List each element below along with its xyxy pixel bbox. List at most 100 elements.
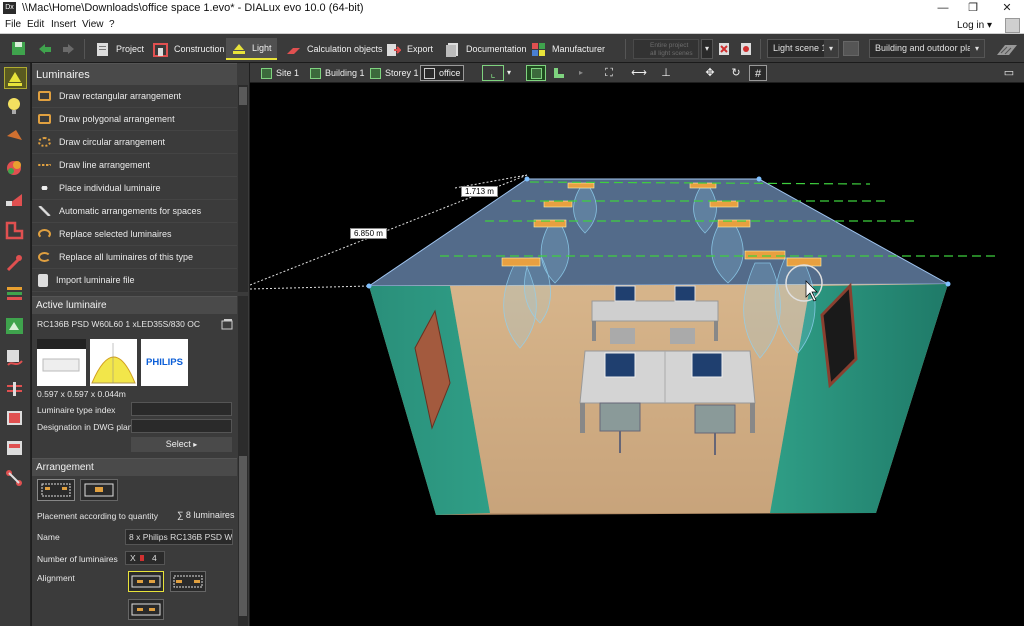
alignment-label: Alignment: [37, 573, 75, 583]
dwg-designation-field[interactable]: [131, 419, 232, 433]
actions-scrollbar[interactable]: [238, 85, 248, 292]
delete-scene-icon[interactable]: [718, 42, 730, 56]
undo-icon[interactable]: [37, 42, 52, 56]
view-mode-button[interactable]: ⌞: [482, 65, 504, 81]
breadcrumb-site[interactable]: Site 1: [258, 65, 302, 81]
laptop-4[interactable]: [691, 352, 723, 378]
text-tool-icon[interactable]: [4, 348, 27, 370]
arrangement-grid-option[interactable]: [37, 479, 75, 501]
window-tool-icon[interactable]: [4, 408, 27, 430]
import-luminaire-file[interactable]: Import luminaire file: [32, 269, 237, 292]
light-level-icon[interactable]: [4, 189, 27, 211]
chair-3[interactable]: [599, 402, 641, 432]
building-outdoor-dropdown[interactable]: Building and outdoor pla... ▾: [869, 39, 985, 58]
menu-edit[interactable]: Edit: [27, 19, 44, 30]
chair-1[interactable]: [610, 328, 635, 344]
results-icon[interactable]: [4, 316, 27, 338]
spotlight-icon[interactable]: [4, 126, 27, 148]
alignment-option-3[interactable]: [128, 599, 164, 620]
chevron-right-icon[interactable]: ▸: [572, 65, 590, 81]
chair-2[interactable]: [670, 328, 695, 344]
dimension-icon[interactable]: ⟷: [630, 65, 648, 81]
alignment-option-2[interactable]: [170, 571, 206, 592]
zoom-extents-icon[interactable]: ⛶: [600, 65, 618, 81]
menu-file[interactable]: File: [5, 19, 21, 30]
height-measure-icon[interactable]: ⊥: [657, 65, 675, 81]
scene-settings-button[interactable]: [843, 41, 859, 56]
green-cube-view-button[interactable]: [526, 65, 546, 81]
grid-snap-icon[interactable]: #: [749, 65, 767, 81]
move-icon[interactable]: ✥: [701, 65, 719, 81]
laptop-1[interactable]: [614, 285, 636, 302]
draw-polygonal-arrangement[interactable]: Draw polygonal arrangement: [32, 108, 237, 131]
layout-icon[interactable]: [995, 41, 1019, 57]
luminaire-4: [709, 200, 739, 208]
breadcrumb-storey[interactable]: Storey 1: [367, 65, 422, 81]
placement-label: Placement according to quantity: [37, 511, 158, 521]
menu-help[interactable]: ?: [109, 19, 115, 30]
light-scene-dropdown[interactable]: Light scene 1 ▾: [767, 39, 839, 58]
entire-project-selector[interactable]: Entire project all light scenes: [633, 39, 699, 59]
alignment-option-1[interactable]: [128, 571, 164, 592]
type-index-field[interactable]: [131, 402, 232, 416]
tools-icon[interactable]: [4, 253, 27, 275]
grid-icon[interactable]: [4, 438, 27, 460]
draw-line-arrangement[interactable]: Draw line arrangement: [32, 154, 237, 177]
tab-light[interactable]: Light: [226, 38, 277, 60]
tab-calculation-objects[interactable]: Calculation objects: [281, 38, 388, 60]
remove-icon[interactable]: [740, 42, 752, 56]
place-individual-luminaire[interactable]: Place individual luminaire: [32, 177, 237, 200]
tab-documentation[interactable]: Documentation: [440, 38, 532, 60]
panel-scrollbar[interactable]: [238, 296, 248, 626]
replace-selected-luminaires[interactable]: Replace selected luminaires: [32, 223, 237, 246]
name-label: Name: [37, 532, 60, 542]
menu-insert[interactable]: Insert: [51, 19, 76, 30]
magic-wand-icon: [38, 206, 51, 216]
arrangement-name-field[interactable]: 8 x Philips RC136B PSD W60L: [125, 529, 233, 545]
arrangement-area-option[interactable]: [80, 479, 118, 501]
tab-project[interactable]: Project: [90, 38, 149, 60]
ceiling-plane[interactable]: [367, 178, 950, 287]
login-menu[interactable]: Log in ▾: [957, 20, 992, 31]
type-index-label: Luminaire type index: [37, 405, 116, 415]
tab-export[interactable]: Export: [381, 38, 438, 60]
emergency-light-icon[interactable]: [4, 220, 27, 242]
minimize-button[interactable]: —: [928, 0, 958, 17]
tab-construction[interactable]: Construction: [148, 38, 230, 60]
lamp-icon[interactable]: [4, 96, 27, 118]
save-icon[interactable]: [11, 41, 26, 56]
draw-circular-arrangement[interactable]: Draw circular arrangement: [32, 131, 237, 154]
close-window-button[interactable]: ✕: [992, 0, 1022, 17]
maximize-button[interactable]: ❐: [958, 0, 988, 17]
draw-rectangular-arrangement[interactable]: Draw rectangular arrangement: [32, 85, 237, 108]
luminaire-tool-icon[interactable]: [4, 67, 27, 89]
laptop-2[interactable]: [674, 285, 696, 302]
automatic-arrangements[interactable]: Automatic arrangements for spaces: [32, 200, 237, 223]
laptop-3[interactable]: [604, 352, 636, 378]
luminaire-name: RC136B PSD W60L60 1 xLED35S/830 OC: [37, 319, 201, 329]
select-button[interactable]: Select ▸: [131, 437, 232, 452]
layers-icon[interactable]: [4, 283, 27, 305]
room-scene[interactable]: [250, 83, 1024, 626]
corner-fill-button[interactable]: [550, 65, 568, 81]
measure-icon[interactable]: [4, 378, 27, 400]
light-color-icon[interactable]: [4, 158, 27, 180]
avatar[interactable]: [1005, 18, 1020, 33]
menu-view[interactable]: View: [82, 19, 104, 30]
breadcrumb-building[interactable]: Building 1: [307, 65, 368, 81]
chair-4[interactable]: [694, 404, 736, 434]
breadcrumb-office[interactable]: office: [420, 65, 465, 81]
back-desk[interactable]: [591, 300, 719, 322]
3d-viewport[interactable]: 1.713 m 6.850 m: [250, 83, 1024, 626]
replace-all-luminaires[interactable]: Replace all luminaires of this type: [32, 246, 237, 269]
number-luminaires-field[interactable]: X 4: [125, 551, 165, 565]
network-icon[interactable]: [4, 468, 27, 490]
monitor-icon[interactable]: ▭: [1000, 65, 1018, 81]
catalog-icon[interactable]: [221, 319, 233, 330]
tab-manufacturer[interactable]: Manufacturer: [526, 38, 610, 60]
redo-icon[interactable]: [62, 42, 76, 56]
rotate-icon[interactable]: ↻: [727, 65, 745, 81]
chevron-down-icon[interactable]: ▾: [701, 39, 713, 59]
chevron-down-icon[interactable]: ▾: [504, 65, 514, 81]
viewport-toolbar: Site 1 Building 1 Storey 1 office ⌞ ▾ ▸ …: [250, 63, 1024, 83]
